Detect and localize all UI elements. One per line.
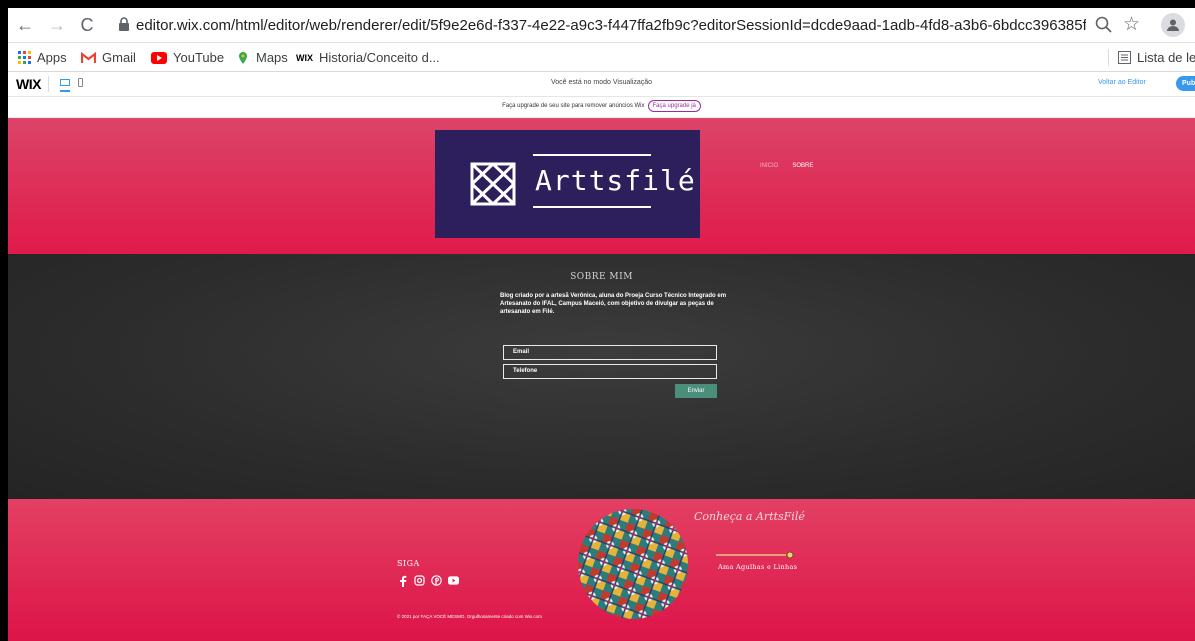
bookmark-star-icon[interactable]: ☆: [1123, 13, 1140, 36]
pinterest-icon[interactable]: [431, 575, 442, 586]
bookmark-label: Apps: [37, 50, 67, 65]
site-header: Arttsfilé INÍCIO SOBRE: [8, 118, 1195, 254]
reading-list-icon: [1118, 51, 1131, 64]
phone-field[interactable]: Telefone: [503, 364, 717, 379]
copyright-text: © 2021 por FAÇA VOCÊ MESMO. Orgulhosamen…: [397, 614, 542, 619]
publish-button[interactable]: Publi: [1176, 76, 1195, 91]
forward-arrow-icon[interactable]: →: [46, 14, 68, 36]
site-nav: INÍCIO SOBRE: [760, 163, 813, 169]
email-field[interactable]: Email: [503, 345, 717, 360]
instagram-icon[interactable]: [414, 575, 425, 586]
wix-icon: WIX: [296, 52, 313, 63]
bookmark-label: Gmail: [102, 50, 136, 65]
nav-item-inicio[interactable]: INÍCIO: [760, 163, 778, 169]
reading-list[interactable]: Lista de leitu: [1118, 50, 1195, 65]
tagline-link[interactable]: Ama Agulhas e Linhas: [718, 563, 797, 571]
logo-rule: [533, 206, 651, 208]
follow-heading: SIGA: [397, 559, 420, 568]
reload-icon[interactable]: C: [76, 14, 98, 36]
upgrade-message: Faça upgrade de seu site para remover an…: [502, 103, 645, 109]
bio-text: Blog criado por a artesã Verônica, aluna…: [500, 293, 727, 315]
nav-item-sobre[interactable]: SOBRE: [792, 163, 813, 169]
address-bar[interactable]: editor.wix.com/html/editor/web/renderer/…: [136, 16, 1086, 35]
tile-mosaic-image[interactable]: [578, 509, 688, 619]
upgrade-banner: Faça upgrade de seu site para remover an…: [8, 97, 1195, 118]
youtube-icon[interactable]: [448, 575, 459, 586]
gmail-icon: [81, 51, 96, 63]
upgrade-button[interactable]: Faça upgrade já: [647, 100, 701, 112]
bookmark-gmail[interactable]: Gmail: [81, 50, 136, 65]
bookmark-maps[interactable]: Maps: [236, 50, 288, 65]
logo-rule: [533, 154, 651, 156]
bookmark-historia[interactable]: WIX Historia/Conceito d...: [296, 50, 440, 65]
youtube-icon: [151, 51, 167, 64]
bookmark-label: YouTube: [173, 50, 225, 65]
maps-icon: [239, 51, 247, 64]
back-arrow-icon[interactable]: ←: [14, 14, 36, 36]
bookmark-youtube[interactable]: YouTube: [151, 50, 224, 65]
bookmarks-divider: [1108, 49, 1109, 66]
submit-button[interactable]: Enviar: [675, 384, 717, 398]
about-section: SOBRE MIM Blog criado por a artesã Verôn…: [8, 254, 1195, 499]
social-links: [397, 575, 459, 587]
browser-toolbar: ← → C editor.wix.com/html/editor/web/ren…: [8, 8, 1195, 43]
zoom-icon[interactable]: [1094, 15, 1114, 35]
needle-icon: [716, 551, 794, 559]
bookmark-label: Maps: [256, 50, 288, 65]
bookmark-label: Historia/Conceito d...: [319, 50, 440, 65]
reading-list-label: Lista de leitu: [1137, 50, 1195, 65]
conheca-link[interactable]: Conheça a ArttsFilé: [694, 510, 805, 523]
site-logo[interactable]: Arttsfilé: [435, 130, 700, 238]
section-title: SOBRE MIM: [570, 272, 633, 282]
bookmark-apps[interactable]: Apps: [18, 50, 67, 65]
active-view-indicator: [60, 90, 70, 92]
back-to-editor-link[interactable]: Voltar ao Editor: [1098, 79, 1146, 86]
preview-mode-message: Você está no modo Visualização: [550, 79, 653, 86]
apps-grid-icon: [18, 51, 31, 64]
logo-mark-icon: [470, 162, 516, 206]
wix-preview-bar: WIX Você está no modo Visualização Volta…: [8, 72, 1195, 97]
logo-text: Arttsfilé: [535, 164, 696, 197]
site-footer: SIGA © 2021 por FAÇA VOCÊ MESMO. Orgulho…: [8, 499, 1195, 641]
profile-avatar-icon[interactable]: [1161, 13, 1185, 37]
facebook-icon[interactable]: [397, 575, 408, 587]
bookmarks-bar: Apps Gmail YouTube Maps WIX Historia/Con…: [8, 43, 1195, 72]
lock-icon[interactable]: [118, 17, 130, 31]
